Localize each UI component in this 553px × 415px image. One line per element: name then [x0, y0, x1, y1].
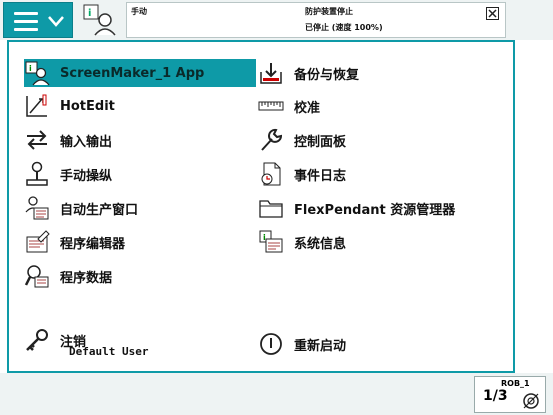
wrench-icon — [258, 127, 284, 153]
menu-item-backup-restore[interactable]: 备份与恢复 — [258, 59, 359, 87]
system-info-icon: i — [258, 229, 284, 255]
top-bar: i 手动 防护装置停止 已停止 (速度 100%) — [0, 0, 553, 40]
key-icon — [24, 327, 50, 353]
menu-item-program-data[interactable]: 程序数据 — [24, 262, 112, 290]
calibration-icon — [258, 93, 284, 119]
quickset-button[interactable]: ROB_1 1/3 — [474, 376, 546, 413]
joystick-icon — [24, 161, 50, 187]
menu-item-label: 事件日志 — [294, 168, 347, 184]
menu-item-jogging[interactable]: 手动操纵 — [24, 160, 112, 188]
increment-fraction: 1/3 — [483, 388, 508, 404]
menu-item-label: HotEdit — [60, 98, 115, 114]
menu-item-label: 备份与恢复 — [294, 67, 360, 83]
menu-item-system-info[interactable]: i 系统信息 — [258, 228, 346, 256]
restart-button[interactable]: 重新启动 — [258, 330, 346, 358]
current-user: Default User — [69, 345, 149, 358]
mechanical-unit-label: ROB_1 — [501, 379, 530, 388]
menu-item-label: 手动操纵 — [60, 168, 113, 184]
menu-item-io[interactable]: 输入输出 — [24, 126, 112, 154]
event-log-icon — [258, 161, 284, 187]
menu-item-label: 输入输出 — [60, 134, 113, 150]
status-bar[interactable]: 手动 防护装置停止 已停止 (速度 100%) — [126, 2, 506, 38]
power-icon — [258, 331, 284, 357]
menu-item-label: 系统信息 — [294, 236, 347, 252]
speed-gear-icon — [523, 393, 539, 409]
taskbar — [0, 373, 553, 415]
menu-item-flexpendant-explorer[interactable]: FlexPendant 资源管理器 — [258, 194, 455, 222]
menu-item-calibration[interactable]: 校准 — [258, 92, 320, 120]
restart-label: 重新启动 — [294, 338, 347, 354]
menu-item-hotedit[interactable]: HotEdit — [24, 92, 115, 120]
main-menu-panel: i ScreenMaker_1 App HotEdit 输入输出 手动操纵 自动… — [7, 40, 515, 373]
menu-item-label: 校准 — [294, 100, 321, 116]
safety-status: 防护装置停止 — [305, 7, 353, 16]
svg-text:i: i — [29, 64, 32, 73]
auto-production-icon — [24, 195, 50, 221]
menu-item-program-editor[interactable]: 程序编辑器 — [24, 228, 125, 256]
io-icon — [24, 127, 50, 153]
menu-item-screenmaker[interactable]: i ScreenMaker_1 App — [24, 59, 256, 87]
hotedit-icon — [24, 93, 50, 119]
svg-text:i: i — [88, 8, 91, 19]
program-editor-icon — [24, 229, 50, 255]
backup-icon — [258, 60, 284, 86]
abb-menu-button[interactable] — [3, 2, 73, 38]
menu-item-auto-production[interactable]: 自动生产窗口 — [24, 194, 138, 222]
menu-item-label: FlexPendant 资源管理器 — [294, 202, 456, 218]
folder-icon — [258, 195, 284, 221]
menu-item-event-log[interactable]: 事件日志 — [258, 160, 346, 188]
hamburger-icon — [14, 12, 38, 36]
menu-item-label: 控制面板 — [294, 134, 347, 150]
menu-item-label: 程序编辑器 — [60, 236, 126, 252]
run-status: 已停止 (速度 100%) — [305, 23, 383, 32]
menu-item-control-panel[interactable]: 控制面板 — [258, 126, 346, 154]
operating-mode: 手动 — [131, 7, 147, 16]
menu-item-label: ScreenMaker_1 App — [60, 65, 205, 81]
screenmaker-app-tab-icon[interactable]: i — [80, 3, 122, 37]
screenmaker-icon: i — [24, 60, 50, 86]
chevron-down-icon — [48, 16, 64, 27]
menu-item-label: 程序数据 — [60, 270, 113, 286]
program-data-icon — [24, 263, 50, 289]
menu-item-label: 自动生产窗口 — [60, 202, 139, 218]
close-icon[interactable] — [486, 7, 499, 20]
